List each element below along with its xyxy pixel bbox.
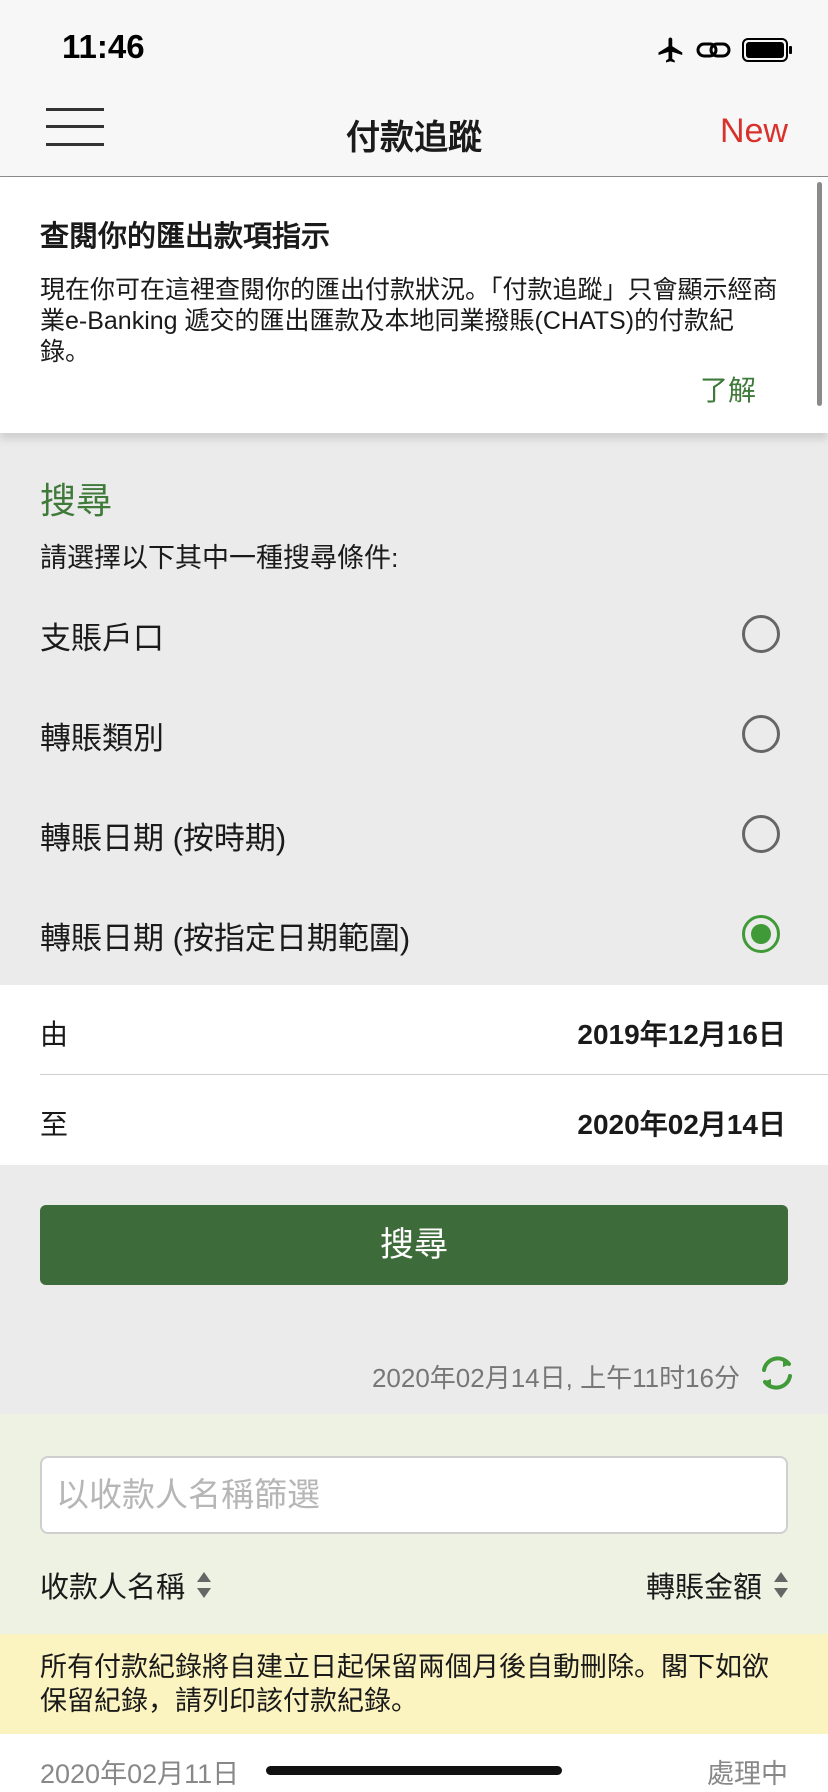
battery-icon — [742, 38, 792, 62]
refresh-icon[interactable] — [756, 1352, 798, 1394]
option-date-period[interactable]: 轉賬日期 (按時期) — [0, 785, 828, 885]
results-section: 以收款人名稱篩選 收款人名稱 轉賬金額 — [0, 1414, 828, 1634]
new-button[interactable]: New — [720, 112, 788, 151]
option-transfer-type[interactable]: 轉賬類別 — [0, 685, 828, 785]
info-card: 查閱你的匯出款項指示 現在你可在這裡查閱你的匯出付款狀況。「付款追蹤」只會顯示經… — [0, 177, 828, 433]
notice-text: 所有付款紀錄將自建立日起保留兩個月後自動刪除。閣下如欲保留紀錄，請列印該付款紀錄… — [40, 1652, 769, 1716]
learn-more-link[interactable]: 了解 — [700, 369, 756, 409]
column-header-payee: 收款人名稱 — [40, 1572, 186, 1604]
sort-icon — [774, 1572, 788, 1598]
option-date-range[interactable]: 轉賬日期 (按指定日期範圍) — [0, 885, 828, 985]
status-time: 11:46 — [62, 28, 145, 65]
search-prompt: 請選擇以下其中一種搜尋條件: — [40, 543, 399, 573]
date-range-box: 由 2019年12月16日 至 2020年02月14日 — [0, 985, 828, 1165]
from-date-value[interactable]: 2019年12月16日 — [577, 1013, 786, 1053]
info-body: 現在你可在這裡查閱你的匯出付款狀況。「付款追蹤」只會顯示經商業e-Banking… — [40, 276, 778, 366]
page-title: 付款追蹤 — [346, 119, 482, 157]
radio-button[interactable] — [742, 715, 780, 753]
search-button[interactable]: 搜尋 — [40, 1205, 788, 1285]
record-status: 處理中 — [707, 1759, 788, 1789]
to-label: 至 — [40, 1109, 69, 1140]
option-label: 轉賬日期 (按時期) — [40, 821, 287, 856]
to-date-value[interactable]: 2020年02月14日 — [577, 1103, 786, 1143]
to-date-row[interactable]: 至 2020年02月14日 — [0, 1075, 828, 1165]
sort-icon — [197, 1572, 212, 1598]
option-label: 轉賬類別 — [40, 721, 164, 756]
payee-filter-input[interactable]: 以收款人名稱篩選 — [40, 1456, 788, 1534]
sort-transfer-amount[interactable]: 轉賬金額 — [646, 1564, 788, 1606]
column-header-amount: 轉賬金額 — [645, 1572, 762, 1604]
home-indicator[interactable] — [266, 1766, 562, 1775]
option-debit-account[interactable]: 支賬戶口 — [0, 585, 828, 685]
scrollbar[interactable] — [817, 182, 822, 406]
list-item[interactable]: 2020年02月11日 處理中 — [0, 1734, 828, 1792]
from-label: 由 — [40, 1019, 69, 1050]
refresh-timestamp: 2020年02月14日, 上午11时16分 — [371, 1363, 740, 1393]
option-label: 轉賬日期 (按指定日期範圍) — [40, 921, 411, 956]
search-section-title: 搜尋 — [40, 480, 113, 521]
airplane-icon — [658, 37, 683, 63]
retention-notice: 所有付款紀錄將自建立日起保留兩個月後自動刪除。閣下如欲保留紀錄，請列印該付款紀錄… — [0, 1634, 828, 1734]
link-icon — [696, 42, 731, 58]
status-icons — [656, 34, 794, 66]
radio-button-selected[interactable] — [742, 915, 780, 953]
info-title: 查閱你的匯出款項指示 — [40, 221, 331, 253]
sort-payee-name[interactable]: 收款人名稱 — [40, 1564, 212, 1606]
option-label: 支賬戶口 — [40, 621, 164, 656]
radio-button[interactable] — [742, 815, 780, 853]
from-date-row[interactable]: 由 2019年12月16日 — [0, 985, 828, 1075]
record-date: 2020年02月11日 — [40, 1759, 240, 1789]
radio-button[interactable] — [742, 615, 780, 653]
